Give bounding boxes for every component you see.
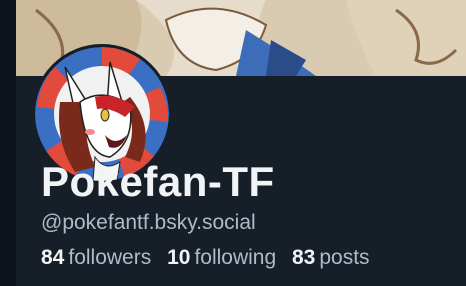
following-label: following [194, 246, 277, 269]
profile-stats: 84 followers 10 following 83 posts [41, 246, 380, 270]
display-name: Pokefan-TF [41, 158, 275, 205]
followers-stat[interactable]: 84 followers [41, 246, 151, 270]
profile-handle[interactable]: @pokefantf.bsky.social [41, 211, 256, 235]
following-count: 10 [167, 246, 191, 269]
left-panel-edge [0, 0, 16, 286]
followers-count: 84 [41, 246, 65, 269]
posts-label: posts [319, 246, 370, 269]
posts-stat: 83 posts [292, 246, 370, 270]
posts-count: 83 [292, 246, 316, 269]
followers-label: followers [68, 246, 152, 269]
following-stat[interactable]: 10 following [167, 246, 276, 270]
